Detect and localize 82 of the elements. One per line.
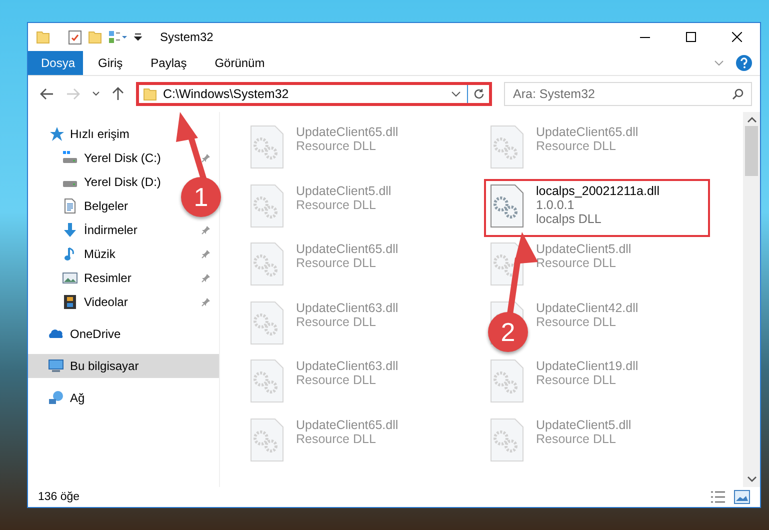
nav-item[interactable]: Müzik xyxy=(28,242,219,266)
address-bar[interactable]: C:\Windows\System32 xyxy=(136,82,492,106)
nav-item[interactable]: Yerel Disk (C:) xyxy=(28,146,219,170)
scroll-down-icon[interactable] xyxy=(746,475,756,483)
file-name: UpdateClient5.dll xyxy=(296,184,392,198)
pin-icon[interactable] xyxy=(201,273,211,283)
back-arrow-icon xyxy=(40,88,54,100)
scroll-up-icon[interactable] xyxy=(746,116,756,124)
computer-icon xyxy=(48,358,64,374)
download-icon xyxy=(62,222,78,238)
close-icon xyxy=(732,32,742,42)
view-layout-icon[interactable] xyxy=(108,30,128,44)
nav-item[interactable]: Belgeler xyxy=(28,194,136,218)
pin-icon[interactable] xyxy=(201,153,211,163)
network-icon xyxy=(48,390,64,406)
forward-arrow-icon xyxy=(66,88,80,100)
ribbon-tab[interactable]: Görünüm xyxy=(202,51,278,75)
ribbon-tab[interactable]: Giriş xyxy=(85,51,136,75)
nav-item[interactable]: Ağ xyxy=(28,386,93,410)
properties-icon[interactable] xyxy=(68,29,82,45)
file-detail: Resource DLL xyxy=(296,256,377,270)
nav-item[interactable]: İndirmeler xyxy=(28,218,219,242)
nav-item[interactable]: Bu bilgisayar xyxy=(28,354,219,378)
file-detail: Resource DLL xyxy=(536,373,617,388)
file-name: UpdateClient65.dll xyxy=(296,125,398,139)
large-icons-view-icon[interactable] xyxy=(734,490,750,504)
nav-item[interactable]: OneDrive xyxy=(28,322,129,346)
file-name: UpdateClient63.dll xyxy=(296,300,398,315)
minimize-icon xyxy=(640,36,650,38)
ribbon-tab[interactable]: Paylaş xyxy=(138,51,200,75)
file-name: localps_20021211a.dll xyxy=(536,184,660,198)
window-title: System32 xyxy=(160,30,214,44)
dropdown-icon[interactable] xyxy=(451,91,461,97)
new-folder-icon xyxy=(88,30,102,44)
pin-icon[interactable] xyxy=(201,249,211,259)
file-name: UpdateClient65.dll xyxy=(296,418,398,432)
up-arrow-icon xyxy=(112,87,124,101)
scroll-thumb[interactable] xyxy=(745,126,758,176)
file-detail: Resource DLL xyxy=(296,314,376,329)
file-detail: Resource DLL xyxy=(296,198,376,212)
star-icon xyxy=(48,126,64,142)
details-view-icon[interactable] xyxy=(710,490,726,504)
drive-icon xyxy=(62,180,78,188)
document-icon xyxy=(62,198,78,214)
file-name: UpdateClient5.dll xyxy=(536,418,632,432)
ribbon-tab[interactable]: Dosya xyxy=(28,51,83,75)
pin-icon[interactable] xyxy=(201,297,211,307)
file-detail: 1.0.0.1 xyxy=(536,198,574,212)
search-field[interactable]: Ara: System32 xyxy=(504,82,752,106)
nav-item[interactable]: Hızlı erişim xyxy=(28,122,138,146)
file-detail: Resource DLL xyxy=(536,139,617,153)
drive-icon xyxy=(62,150,78,166)
dropdown-icon[interactable] xyxy=(134,33,142,41)
folder-icon xyxy=(143,87,157,101)
search-icon[interactable] xyxy=(732,88,744,100)
file-name: UpdateClient65.dll xyxy=(296,242,398,256)
file-name: UpdateClient5.dll xyxy=(536,242,632,256)
file-detail: Resource DLL xyxy=(536,432,616,446)
help-icon[interactable] xyxy=(736,55,752,71)
item-count: 136 öğe xyxy=(38,491,80,503)
scrollbar[interactable] xyxy=(743,112,760,487)
nav-item[interactable]: Yerel Disk (D:) xyxy=(28,170,169,194)
file-name: UpdateClient42.dll xyxy=(536,300,638,315)
file-detail: localps DLL xyxy=(536,212,602,226)
file-name: UpdateClient63.dll xyxy=(296,359,398,374)
nav-item[interactable]: Videolar xyxy=(28,290,219,314)
file-detail: Resource DLL xyxy=(296,139,377,153)
pin-icon[interactable] xyxy=(201,225,211,235)
file-name: UpdateClient65.dll xyxy=(536,125,638,139)
film-icon xyxy=(62,294,78,310)
file-detail: Resource DLL xyxy=(296,373,377,388)
expand-ribbon-icon[interactable] xyxy=(714,60,724,66)
file-detail: Resource DLL xyxy=(536,256,617,270)
caret-icon xyxy=(92,91,100,97)
file-name: UpdateClient19.dll xyxy=(536,359,638,374)
maximize-icon xyxy=(686,32,696,42)
file-detail: Resource DLL xyxy=(536,314,616,329)
folder-icon xyxy=(36,30,50,44)
file-detail: Resource DLL xyxy=(296,432,376,446)
picture-icon xyxy=(62,270,78,286)
refresh-icon xyxy=(472,88,484,100)
nav-item[interactable]: Resimler xyxy=(28,266,219,290)
